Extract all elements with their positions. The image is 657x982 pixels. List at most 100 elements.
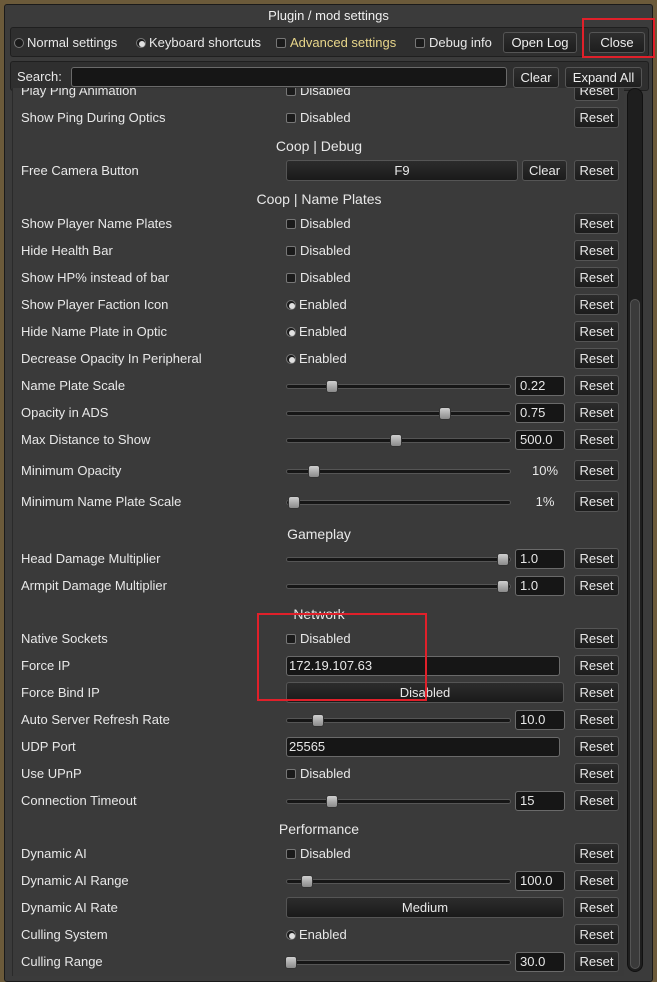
toggle-culling-system[interactable]: Enabled bbox=[286, 924, 347, 946]
toggle-hide-name-plate-in-optic[interactable]: Enabled bbox=[286, 321, 347, 343]
udp-port-input[interactable]: 25565 bbox=[286, 737, 560, 757]
setting-row: Minimum Opacity 10% Reset bbox=[13, 460, 624, 482]
slider-minimum-opacity[interactable] bbox=[286, 465, 511, 478]
slider-opacity-in-ads[interactable] bbox=[286, 407, 511, 420]
keybind-button-free-camera[interactable]: F9 bbox=[286, 160, 518, 181]
slider-handle[interactable] bbox=[285, 956, 298, 969]
slider-handle[interactable] bbox=[307, 465, 320, 478]
reset-button[interactable]: Reset bbox=[574, 763, 619, 784]
slider-name-plate-scale[interactable] bbox=[286, 380, 511, 393]
slider-handle[interactable] bbox=[325, 380, 338, 393]
reset-button[interactable]: Reset bbox=[574, 790, 619, 811]
setting-row: Dynamic AI Disabled Reset bbox=[13, 843, 624, 865]
reset-button[interactable]: Reset bbox=[574, 736, 619, 757]
setting-label: Show Player Name Plates bbox=[21, 216, 173, 231]
slider-handle[interactable] bbox=[287, 496, 300, 509]
vertical-scrollbar[interactable] bbox=[627, 88, 643, 972]
toggle-value: Disabled bbox=[300, 110, 351, 125]
toggle-show-player-name-plates[interactable]: Disabled bbox=[286, 213, 351, 235]
toggle-value: Disabled bbox=[300, 766, 351, 781]
number-input[interactable]: 10.0 bbox=[515, 710, 565, 730]
setting-row: Show Ping During Optics Disabled Reset bbox=[13, 107, 624, 129]
slider-dynamic-ai-range[interactable] bbox=[286, 875, 511, 888]
slider-auto-server-refresh-rate[interactable] bbox=[286, 714, 511, 727]
setting-row: Opacity in ADS 0.75 Reset bbox=[13, 402, 624, 424]
setting-label: Free Camera Button bbox=[21, 163, 139, 178]
reset-button[interactable]: Reset bbox=[574, 843, 619, 864]
slider-handle[interactable] bbox=[497, 580, 510, 593]
toggle-show-ping-during-optics[interactable]: Disabled bbox=[286, 107, 351, 129]
setting-row: Play Ping Animation Disabled Reset bbox=[13, 88, 624, 102]
reset-button[interactable]: Reset bbox=[574, 628, 619, 649]
reset-button[interactable]: Reset bbox=[574, 924, 619, 945]
setting-label: Name Plate Scale bbox=[21, 378, 126, 393]
search-input[interactable] bbox=[71, 67, 507, 87]
keybind-clear-button[interactable]: Clear bbox=[522, 160, 567, 181]
toggle-show-player-faction-icon[interactable]: Enabled bbox=[286, 294, 347, 316]
slider-handle[interactable] bbox=[390, 434, 403, 447]
slider-culling-range[interactable] bbox=[285, 956, 511, 969]
slider-max-distance-to-show[interactable] bbox=[286, 434, 511, 447]
reset-button[interactable]: Reset bbox=[574, 107, 619, 128]
setting-row: Connection Timeout 15 Reset bbox=[13, 790, 624, 812]
reset-button[interactable]: Reset bbox=[574, 655, 619, 676]
debug-info-checkbox[interactable]: Debug info bbox=[415, 28, 492, 58]
keyboard-shortcuts-radio[interactable]: Keyboard shortcuts bbox=[136, 28, 261, 58]
number-input[interactable]: 500.0 bbox=[515, 430, 565, 450]
normal-settings-radio[interactable]: Normal settings bbox=[14, 28, 117, 58]
number-input[interactable]: 1.0 bbox=[515, 576, 565, 596]
expand-all-button[interactable]: Expand All bbox=[565, 67, 642, 88]
slider-handle[interactable] bbox=[325, 795, 338, 808]
reset-button[interactable]: Reset bbox=[574, 213, 619, 234]
reset-button[interactable]: Reset bbox=[574, 575, 619, 596]
slider-handle[interactable] bbox=[301, 875, 314, 888]
number-input[interactable]: 0.75 bbox=[515, 403, 565, 423]
reset-button[interactable]: Reset bbox=[574, 294, 619, 315]
reset-button[interactable]: Reset bbox=[574, 88, 619, 101]
setting-row: Show HP% instead of bar Disabled Reset bbox=[13, 267, 624, 289]
slider-head-damage-multiplier[interactable] bbox=[286, 553, 511, 566]
number-input[interactable]: 30.0 bbox=[515, 952, 565, 972]
reset-button[interactable]: Reset bbox=[574, 402, 619, 423]
reset-button[interactable]: Reset bbox=[574, 491, 619, 512]
reset-button[interactable]: Reset bbox=[574, 240, 619, 261]
reset-button[interactable]: Reset bbox=[574, 375, 619, 396]
reset-button[interactable]: Reset bbox=[574, 897, 619, 918]
slider-handle[interactable] bbox=[497, 553, 510, 566]
slider-handle[interactable] bbox=[439, 407, 452, 420]
advanced-settings-checkbox[interactable]: Advanced settings bbox=[276, 28, 396, 58]
toggle-play-ping-animation[interactable]: Disabled bbox=[286, 88, 351, 102]
search-clear-button[interactable]: Clear bbox=[513, 67, 559, 88]
setting-label: Minimum Name Plate Scale bbox=[21, 494, 182, 509]
checkbox-icon bbox=[286, 246, 296, 256]
toggle-dynamic-ai[interactable]: Disabled bbox=[286, 843, 351, 865]
toggle-hide-health-bar[interactable]: Disabled bbox=[286, 240, 351, 262]
dynamic-ai-rate-dropdown[interactable]: Medium bbox=[286, 897, 564, 918]
toggle-show-hp-percent[interactable]: Disabled bbox=[286, 267, 351, 289]
open-log-button[interactable]: Open Log bbox=[503, 32, 577, 53]
number-input[interactable]: 1.0 bbox=[515, 549, 565, 569]
reset-button[interactable]: Reset bbox=[574, 160, 619, 181]
reset-button[interactable]: Reset bbox=[574, 870, 619, 891]
toggle-decrease-opacity-peripheral[interactable]: Enabled bbox=[286, 348, 347, 370]
number-input[interactable]: 0.22 bbox=[515, 376, 565, 396]
reset-button[interactable]: Reset bbox=[574, 709, 619, 730]
scrollbar-thumb[interactable] bbox=[630, 299, 640, 969]
setting-row: Culling System Enabled Reset bbox=[13, 924, 624, 946]
reset-button[interactable]: Reset bbox=[574, 682, 619, 703]
reset-button[interactable]: Reset bbox=[574, 267, 619, 288]
reset-button[interactable]: Reset bbox=[574, 951, 619, 972]
toggle-use-upnp[interactable]: Disabled bbox=[286, 763, 351, 785]
number-input[interactable]: 15 bbox=[515, 791, 565, 811]
reset-button[interactable]: Reset bbox=[574, 321, 619, 342]
slider-handle[interactable] bbox=[312, 714, 325, 727]
reset-button[interactable]: Reset bbox=[574, 429, 619, 450]
setting-row: Armpit Damage Multiplier 1.0 Reset bbox=[13, 575, 624, 597]
reset-button[interactable]: Reset bbox=[574, 348, 619, 369]
slider-minimum-name-plate-scale[interactable] bbox=[286, 496, 511, 509]
slider-armpit-damage-multiplier[interactable] bbox=[286, 580, 511, 593]
slider-connection-timeout[interactable] bbox=[286, 795, 511, 808]
number-input[interactable]: 100.0 bbox=[515, 871, 565, 891]
reset-button[interactable]: Reset bbox=[574, 548, 619, 569]
reset-button[interactable]: Reset bbox=[574, 460, 619, 481]
